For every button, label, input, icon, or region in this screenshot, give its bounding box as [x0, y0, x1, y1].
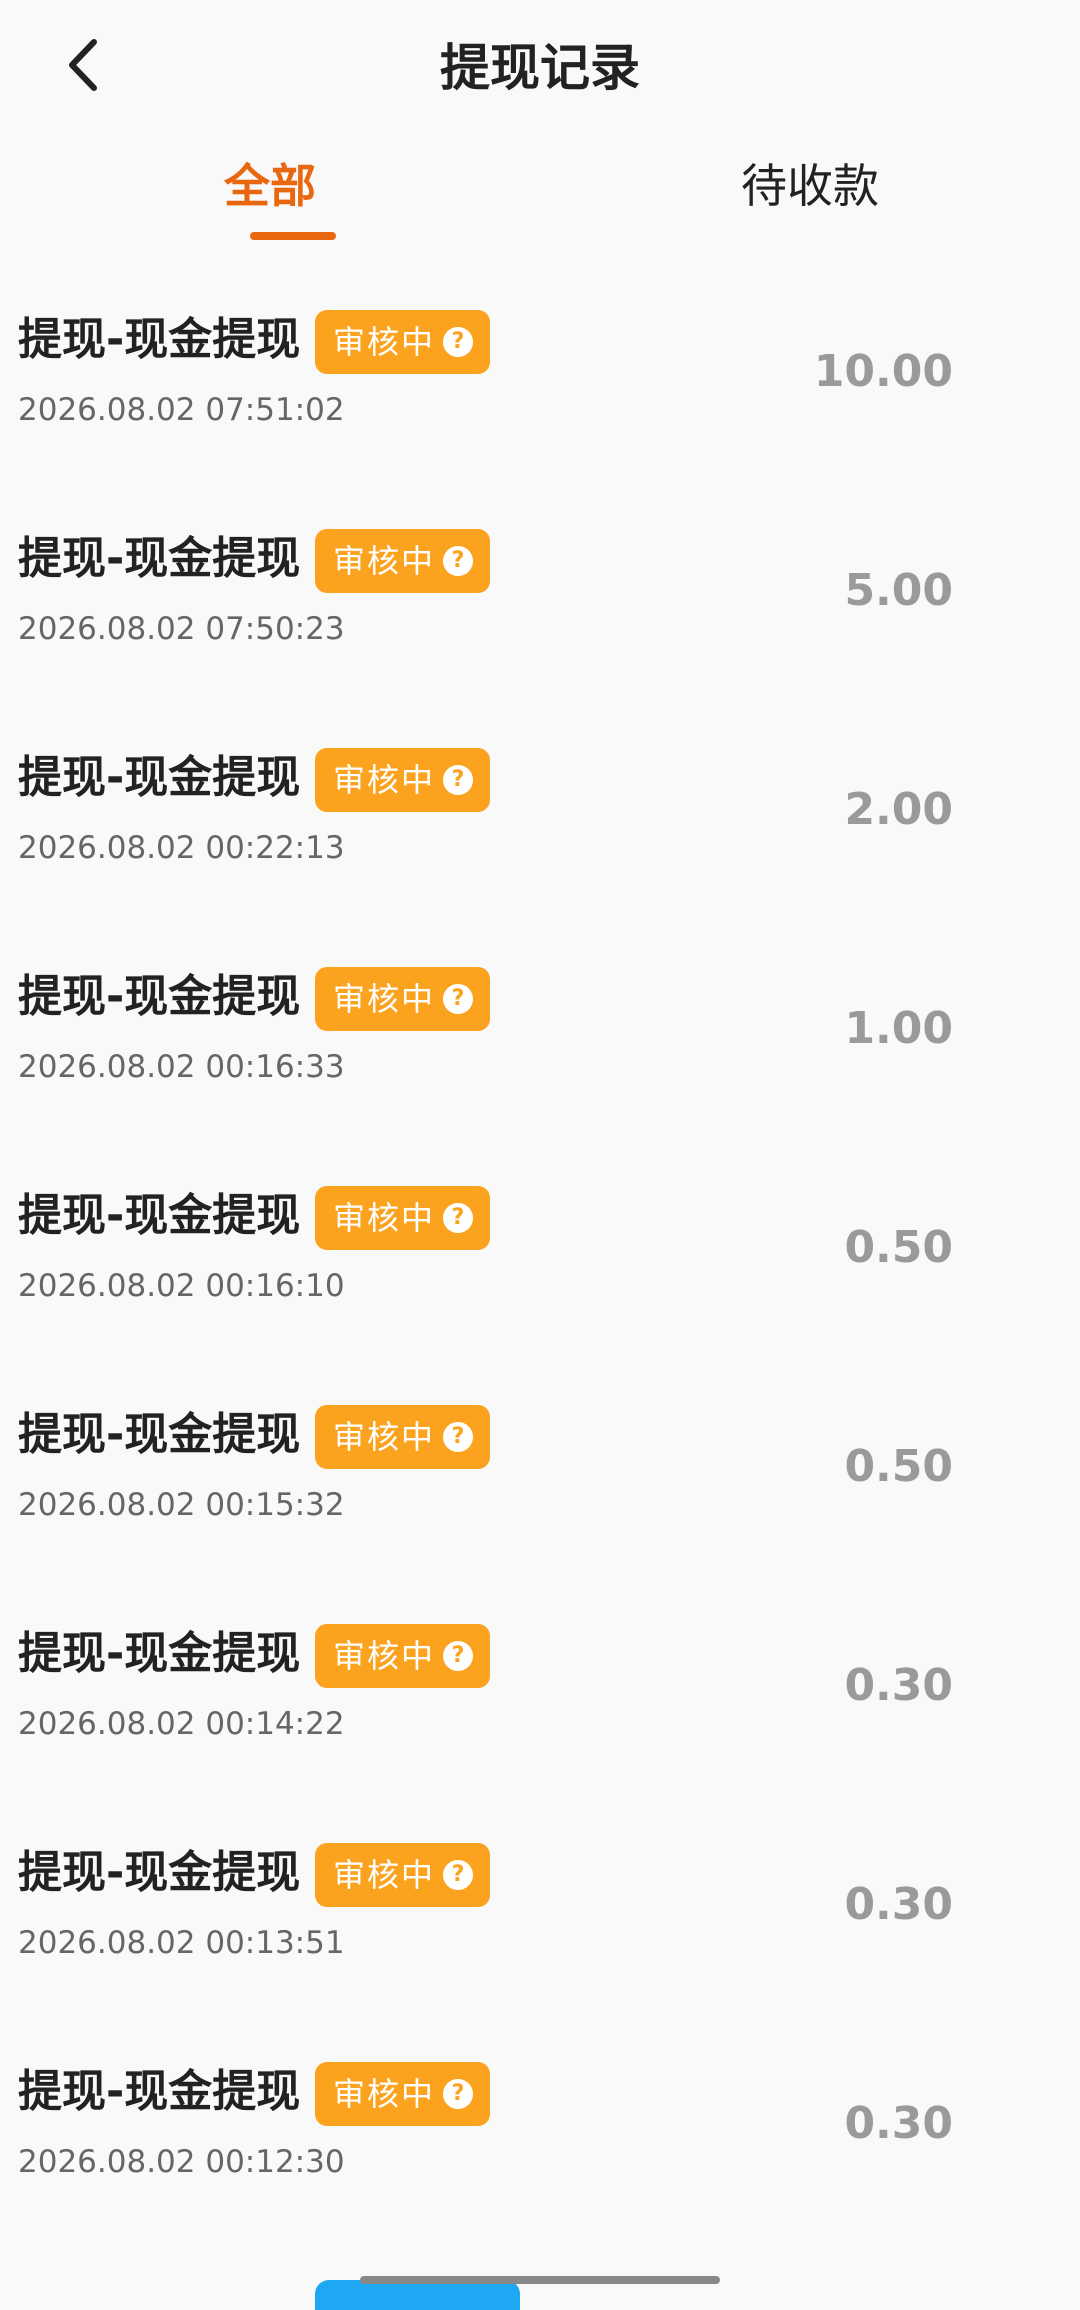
list-item[interactable]: 提现-现金提现 审核中 ? 2026.08.02 00:14:22 0.30: [0, 1604, 1080, 1823]
record-time: 2026.08.02 00:16:33: [18, 1049, 345, 1085]
record-amount: 10.00: [813, 346, 953, 397]
status-label: 审核中: [333, 1199, 436, 1237]
status-label: 审核中: [333, 1637, 436, 1675]
record-amount: 2.00: [844, 784, 953, 835]
home-indicator[interactable]: [360, 2276, 720, 2284]
record-amount: 5.00: [844, 565, 953, 616]
status-label: 审核中: [333, 1856, 436, 1894]
record-amount: 0.50: [844, 1222, 953, 1273]
list-item[interactable]: 提现-现金提现 审核中 ? 2026.08.02 00:15:32 0.50: [0, 1385, 1080, 1604]
record-amount: 0.30: [844, 1879, 953, 1930]
record-time: 2026.08.02 07:51:02: [18, 392, 345, 428]
record-amount: 1.00: [844, 1003, 953, 1054]
question-mark-icon: ?: [443, 546, 473, 576]
status-label: 审核中: [333, 2075, 436, 2113]
record-title: 提现-现金提现: [18, 1628, 301, 1679]
record-time: 2026.08.02 00:14:22: [18, 1706, 345, 1742]
record-title: 提现-现金提现: [18, 314, 301, 365]
record-title: 提现-现金提现: [18, 2066, 301, 2117]
status-badge[interactable]: 审核中 ?: [315, 1405, 490, 1469]
withdrawal-record-list: 提现-现金提现 审核中 ? 2026.08.02 07:51:02 10.00 …: [0, 290, 1080, 2261]
status-label: 审核中: [333, 323, 436, 361]
status-badge[interactable]: 审核中 ?: [315, 529, 490, 593]
record-time: 2026.08.02 00:12:30: [18, 2144, 345, 2180]
record-time: 2026.08.02 00:16:10: [18, 1268, 345, 1304]
header: 提现记录: [0, 0, 1080, 140]
tab-pending-payment[interactable]: 待收款: [710, 150, 910, 250]
status-label: 审核中: [333, 542, 436, 580]
question-mark-icon: ?: [443, 1203, 473, 1233]
list-item[interactable]: 提现-现金提现 审核中 ? 2026.08.02 00:16:10 0.50: [0, 1166, 1080, 1385]
question-mark-icon: ?: [443, 765, 473, 795]
question-mark-icon: ?: [443, 327, 473, 357]
bottom-floating-tab[interactable]: [315, 2280, 520, 2310]
status-badge[interactable]: 审核中 ?: [315, 967, 490, 1031]
page-title: 提现记录: [440, 39, 640, 97]
status-badge[interactable]: 审核中 ?: [315, 2062, 490, 2126]
tab-bar: 全部 待收款: [0, 150, 1080, 250]
question-mark-icon: ?: [443, 1422, 473, 1452]
record-title: 提现-现金提现: [18, 1409, 301, 1460]
status-label: 审核中: [333, 980, 436, 1018]
question-mark-icon: ?: [443, 2079, 473, 2109]
status-badge[interactable]: 审核中 ?: [315, 1624, 490, 1688]
record-time: 2026.08.02 00:15:32: [18, 1487, 345, 1523]
status-badge[interactable]: 审核中 ?: [315, 748, 490, 812]
status-badge[interactable]: 审核中 ?: [315, 310, 490, 374]
active-tab-indicator: [250, 232, 336, 240]
list-item[interactable]: 提现-现金提现 审核中 ? 2026.08.02 00:16:33 1.00: [0, 947, 1080, 1166]
question-mark-icon: ?: [443, 1641, 473, 1671]
record-title: 提现-现金提现: [18, 1190, 301, 1241]
list-item[interactable]: 提现-现金提现 审核中 ? 2026.08.02 07:50:23 5.00: [0, 509, 1080, 728]
status-badge[interactable]: 审核中 ?: [315, 1186, 490, 1250]
status-label: 审核中: [333, 1418, 436, 1456]
list-item[interactable]: 提现-现金提现 审核中 ? 2026.08.02 00:22:13 2.00: [0, 728, 1080, 947]
record-time: 2026.08.02 07:50:23: [18, 611, 345, 647]
question-mark-icon: ?: [443, 984, 473, 1014]
record-title: 提现-现金提现: [18, 1847, 301, 1898]
question-mark-icon: ?: [443, 1860, 473, 1890]
record-amount: 0.30: [844, 2098, 953, 2149]
record-title: 提现-现金提现: [18, 971, 301, 1022]
record-amount: 0.50: [844, 1441, 953, 1492]
status-label: 审核中: [333, 761, 436, 799]
list-item[interactable]: 提现-现金提现 审核中 ? 2026.08.02 00:12:30 0.30: [0, 2042, 1080, 2261]
record-time: 2026.08.02 00:22:13: [18, 830, 345, 866]
list-item[interactable]: 提现-现金提现 审核中 ? 2026.08.02 00:13:51 0.30: [0, 1823, 1080, 2042]
record-title: 提现-现金提现: [18, 752, 301, 803]
record-time: 2026.08.02 00:13:51: [18, 1925, 345, 1961]
record-amount: 0.30: [844, 1660, 953, 1711]
status-badge[interactable]: 审核中 ?: [315, 1843, 490, 1907]
list-item[interactable]: 提现-现金提现 审核中 ? 2026.08.02 07:51:02 10.00: [0, 290, 1080, 509]
record-title: 提现-现金提现: [18, 533, 301, 584]
